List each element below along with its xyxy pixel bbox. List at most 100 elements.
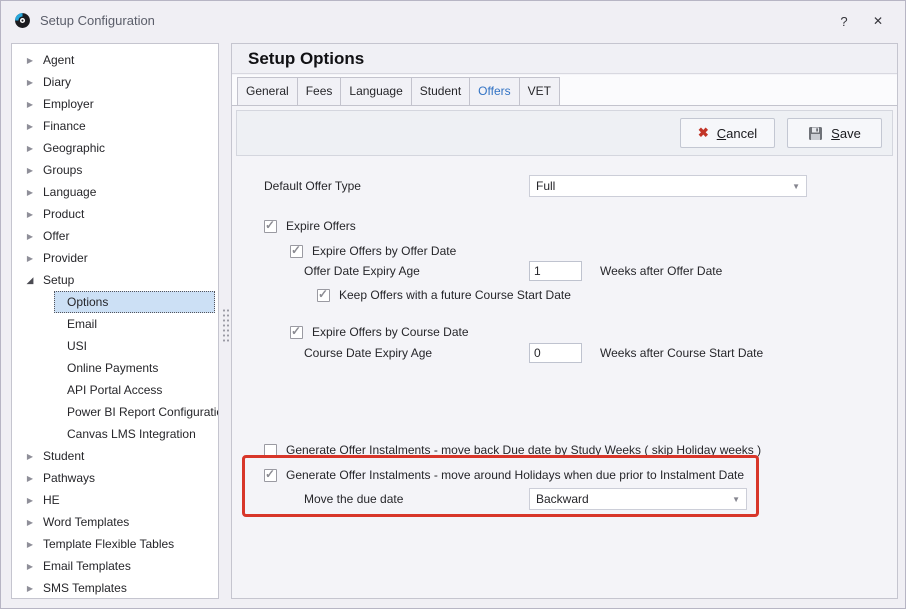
checkmark-icon: ✓ [265, 218, 275, 232]
chevron-down-icon: ▼ [792, 182, 800, 191]
sidebar-item-sms-templates[interactable]: ▶SMS Templates [12, 577, 218, 599]
window-title: Setup Configuration [40, 13, 155, 28]
expire-offers-by-offer-date-checkbox[interactable]: ✓ [290, 245, 303, 258]
course-date-expiry-row: Course Date Expiry Age [304, 342, 432, 364]
offer-date-expiry-suffix-row: Weeks after Offer Date [600, 260, 722, 282]
title-bar: Setup Configuration ? ✕ [1, 1, 905, 39]
chevron-down-icon: ▼ [732, 495, 740, 504]
page-title: Setup Options [248, 49, 364, 69]
keep-future-offers-checkbox[interactable]: ✓ [317, 289, 330, 302]
generate-instalments-holidays-row: ✓ Generate Offer Instalments - move arou… [264, 465, 744, 485]
weeks-after-course-start-label: Weeks after Course Start Date [600, 346, 763, 360]
sidebar-item-diary[interactable]: ▶Diary [12, 71, 218, 93]
floppy-disk-icon [808, 126, 823, 141]
checkmark-icon: ✓ [291, 324, 301, 338]
checkmark-icon: ✓ [265, 467, 275, 481]
save-button[interactable]: Save [787, 118, 882, 148]
chevron-right-icon: ▶ [24, 100, 36, 109]
sidebar-item-email[interactable]: Email [54, 313, 215, 335]
sidebar-item-setup[interactable]: ◢Setup [12, 269, 218, 291]
move-due-date-value: Backward [536, 492, 589, 506]
chevron-right-icon: ▶ [24, 210, 36, 219]
default-offer-type-value: Full [536, 179, 555, 193]
chevron-right-icon: ▶ [24, 496, 36, 505]
expire-offers-by-offer-date-row: ✓ Expire Offers by Offer Date [290, 241, 456, 261]
expire-offers-checkbox[interactable]: ✓ [264, 220, 277, 233]
tab-vet[interactable]: VET [519, 77, 560, 105]
offer-date-expiry-label: Offer Date Expiry Age [304, 264, 420, 278]
sidebar-item-finance[interactable]: ▶Finance [12, 115, 218, 137]
panel-header: Setup Options [232, 44, 897, 74]
generate-instalments-holidays-checkbox[interactable]: ✓ [264, 469, 277, 482]
course-date-expiry-suffix-row: Weeks after Course Start Date [600, 342, 763, 364]
expire-offers-by-course-date-checkbox[interactable]: ✓ [290, 326, 303, 339]
sidebar-item-employer[interactable]: ▶Employer [12, 93, 218, 115]
move-due-date-label: Move the due date [304, 492, 403, 506]
checkmark-icon: ✓ [318, 287, 328, 301]
chevron-expanded-icon: ◢ [24, 275, 36, 286]
splitter-grip-icon [222, 308, 229, 344]
course-date-expiry-input[interactable] [529, 343, 582, 363]
sidebar-item-word-templates[interactable]: ▶Word Templates [12, 511, 218, 533]
sidebar-item-agent[interactable]: ▶Agent [12, 49, 218, 71]
chevron-right-icon: ▶ [24, 166, 36, 175]
sidebar-item-power-bi-report-configuration[interactable]: Power BI Report Configuration [54, 401, 215, 423]
move-due-date-row: Move the due date [304, 488, 403, 510]
app-logo-icon [14, 12, 31, 29]
chevron-right-icon: ▶ [24, 78, 36, 87]
sidebar-item-groups[interactable]: ▶Groups [12, 159, 218, 181]
chevron-right-icon: ▶ [24, 584, 36, 593]
default-offer-type-row: Default Offer Type [264, 175, 361, 197]
tab-general[interactable]: General [237, 77, 298, 105]
sidebar-item-api-portal-access[interactable]: API Portal Access [54, 379, 215, 401]
offer-date-expiry-row: Offer Date Expiry Age [304, 260, 420, 282]
sidebar-item-offer[interactable]: ▶Offer [12, 225, 218, 247]
help-button[interactable]: ? [831, 10, 857, 32]
close-button[interactable]: ✕ [865, 10, 891, 32]
course-date-expiry-label: Course Date Expiry Age [304, 346, 432, 360]
offer-date-expiry-input[interactable] [529, 261, 582, 281]
sidebar-item-geographic[interactable]: ▶Geographic [12, 137, 218, 159]
expire-offers-row: ✓ Expire Offers [264, 216, 356, 236]
sidebar-item-he[interactable]: ▶HE [12, 489, 218, 511]
chevron-right-icon: ▶ [24, 56, 36, 65]
setup-options-panel: Setup Options General Fees Language Stud… [231, 43, 898, 599]
sidebar-item-language[interactable]: ▶Language [12, 181, 218, 203]
cancel-button[interactable]: ✖ Cancel [680, 118, 775, 148]
sidebar-item-product[interactable]: ▶Product [12, 203, 218, 225]
red-x-icon: ✖ [698, 125, 709, 141]
generate-instalments-study-weeks-checkbox[interactable] [264, 444, 277, 457]
action-toolbar: ✖ Cancel Save [236, 110, 893, 156]
checkmark-icon: ✓ [291, 243, 301, 257]
tab-student[interactable]: Student [411, 77, 470, 105]
chevron-right-icon: ▶ [24, 562, 36, 571]
chevron-right-icon: ▶ [24, 122, 36, 131]
sidebar-item-options[interactable]: Options [54, 291, 215, 313]
settings-tabstrip: General Fees Language Student Offers VET [232, 75, 897, 106]
sidebar-item-template-flexible-tables[interactable]: ▶Template Flexible Tables [12, 533, 218, 555]
sidebar-item-online-payments[interactable]: Online Payments [54, 357, 215, 379]
move-due-date-dropdown[interactable]: Backward ▼ [529, 488, 747, 510]
chevron-right-icon: ▶ [24, 254, 36, 263]
tab-offers[interactable]: Offers [469, 77, 519, 105]
sidebar-item-email-templates[interactable]: ▶Email Templates [12, 555, 218, 577]
generate-instalments-study-weeks-row: Generate Offer Instalments - move back D… [264, 440, 761, 460]
chevron-right-icon: ▶ [24, 232, 36, 241]
sidebar-item-pathways[interactable]: ▶Pathways [12, 467, 218, 489]
sidebar-item-canvas-lms-integration[interactable]: Canvas LMS Integration [54, 423, 215, 445]
sidebar-item-usi[interactable]: USI [54, 335, 215, 357]
chevron-right-icon: ▶ [24, 452, 36, 461]
chevron-right-icon: ▶ [24, 188, 36, 197]
keep-future-offers-row: ✓ Keep Offers with a future Course Start… [317, 285, 571, 305]
sidebar-item-provider[interactable]: ▶Provider [12, 247, 218, 269]
weeks-after-offer-date-label: Weeks after Offer Date [600, 264, 722, 278]
tab-fees[interactable]: Fees [297, 77, 342, 105]
tab-language[interactable]: Language [340, 77, 411, 105]
expire-offers-by-course-date-row: ✓ Expire Offers by Course Date [290, 322, 469, 342]
sidebar-item-student[interactable]: ▶Student [12, 445, 218, 467]
chevron-right-icon: ▶ [24, 474, 36, 483]
chevron-right-icon: ▶ [24, 540, 36, 549]
sidebar-splitter[interactable] [220, 43, 230, 599]
default-offer-type-dropdown[interactable]: Full ▼ [529, 175, 807, 197]
chevron-right-icon: ▶ [24, 518, 36, 527]
